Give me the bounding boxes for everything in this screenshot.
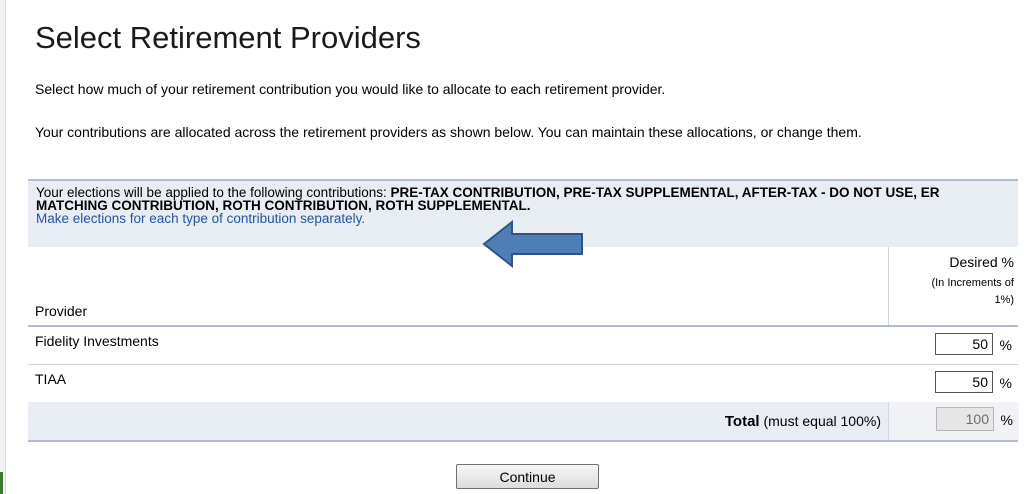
fidelity-percent-input[interactable] bbox=[935, 333, 993, 355]
desired-header: Desired % bbox=[949, 254, 1014, 270]
percent-sign: % bbox=[999, 337, 1012, 353]
provider-header: Provider bbox=[35, 303, 88, 319]
allocation-table: Provider Desired % (In Increments of 1%)… bbox=[28, 247, 1019, 442]
provider-name: Fidelity Investments bbox=[35, 333, 159, 349]
increment-note: (In Increments of 1%) bbox=[931, 277, 1014, 306]
total-cell: 100 % bbox=[888, 402, 1019, 440]
continue-button[interactable]: Continue bbox=[456, 464, 599, 489]
percent-sign: % bbox=[1000, 412, 1013, 428]
table-row: TIAA % bbox=[28, 365, 1018, 403]
total-note: (must equal 100%) bbox=[759, 413, 881, 429]
tiaa-percent-input[interactable] bbox=[935, 371, 993, 393]
edge-accent bbox=[0, 472, 3, 494]
column-divider bbox=[888, 247, 889, 325]
provider-name: TIAA bbox=[35, 371, 67, 387]
percent-sign: % bbox=[999, 375, 1012, 391]
page-title: Select Retirement Providers bbox=[35, 20, 421, 55]
desired-cell: % bbox=[888, 365, 1018, 402]
table-row: Fidelity Investments % bbox=[28, 327, 1018, 365]
total-label-bold: Total bbox=[724, 413, 760, 430]
total-label: Total (must equal 100%) bbox=[725, 413, 881, 430]
explanation-text: Your contributions are allocated across … bbox=[35, 124, 862, 140]
total-row: Total (must equal 100%) 100 % bbox=[28, 402, 1019, 442]
window-left-edge bbox=[0, 0, 6, 494]
total-value: 100 bbox=[936, 407, 994, 431]
table-header: Provider Desired % (In Increments of 1%) bbox=[28, 247, 1018, 327]
notice-suffix: . bbox=[526, 198, 531, 213]
desired-cell: % bbox=[888, 327, 1018, 364]
intro-text: Select how much of your retirement contr… bbox=[35, 81, 666, 97]
